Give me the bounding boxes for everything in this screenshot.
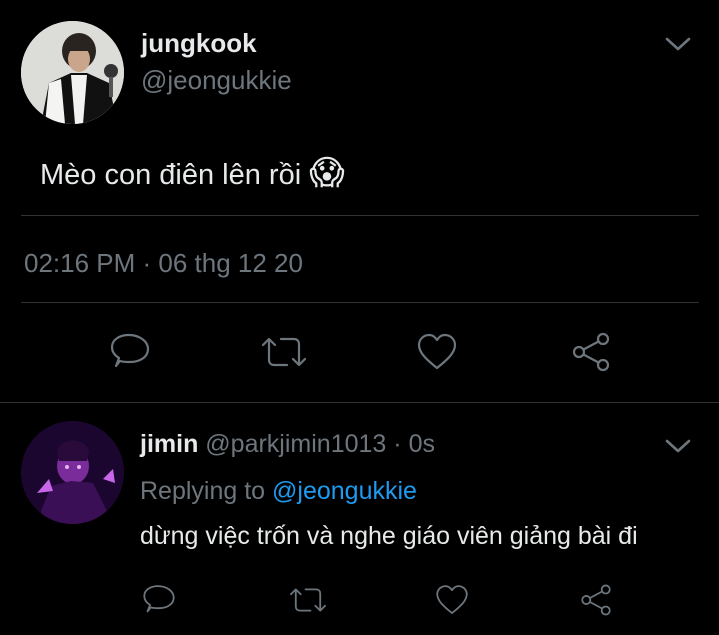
share-icon[interactable]	[576, 582, 616, 618]
author-name[interactable]: jimin	[140, 430, 198, 458]
divider	[21, 302, 699, 303]
author-handle[interactable]: @parkjimin1013	[205, 430, 386, 458]
divider	[21, 215, 699, 216]
chevron-down-icon[interactable]	[664, 34, 692, 54]
author-handle[interactable]: @jeongukkie	[141, 64, 292, 96]
reply-icon[interactable]	[139, 582, 179, 618]
like-icon[interactable]	[432, 582, 472, 618]
replying-to-handle[interactable]: @jeongukkie	[272, 477, 417, 505]
retweet-icon[interactable]	[285, 582, 331, 618]
retweet-icon[interactable]	[256, 330, 312, 374]
reply-header: jimin @parkjimin1013 · 0s	[140, 428, 435, 460]
like-icon[interactable]	[412, 330, 462, 374]
screaming-face-emoji: 😱	[309, 154, 345, 192]
author-name[interactable]: jungkook	[141, 27, 257, 59]
reply-icon[interactable]	[105, 330, 155, 374]
tweet-text: Mèo con điên lên rồi 😱	[40, 155, 345, 193]
avatar[interactable]	[21, 21, 124, 124]
tweet-text-body: Mèo con điên lên rồi	[40, 159, 302, 191]
reply-text: dừng việc trốn và nghe giáo viên giảng b…	[140, 522, 638, 550]
time-separator: ·	[393, 430, 402, 458]
share-icon[interactable]	[566, 330, 616, 374]
section-divider	[0, 402, 719, 403]
reply-time: 0s	[408, 430, 435, 458]
replying-to-label: Replying to	[140, 477, 266, 505]
replying-to: Replying to @jeongukkie	[140, 475, 417, 507]
timestamp[interactable]: 02:16 PM · 06 thg 12 20	[24, 247, 303, 279]
chevron-down-icon[interactable]	[664, 436, 692, 456]
avatar[interactable]	[21, 421, 124, 524]
